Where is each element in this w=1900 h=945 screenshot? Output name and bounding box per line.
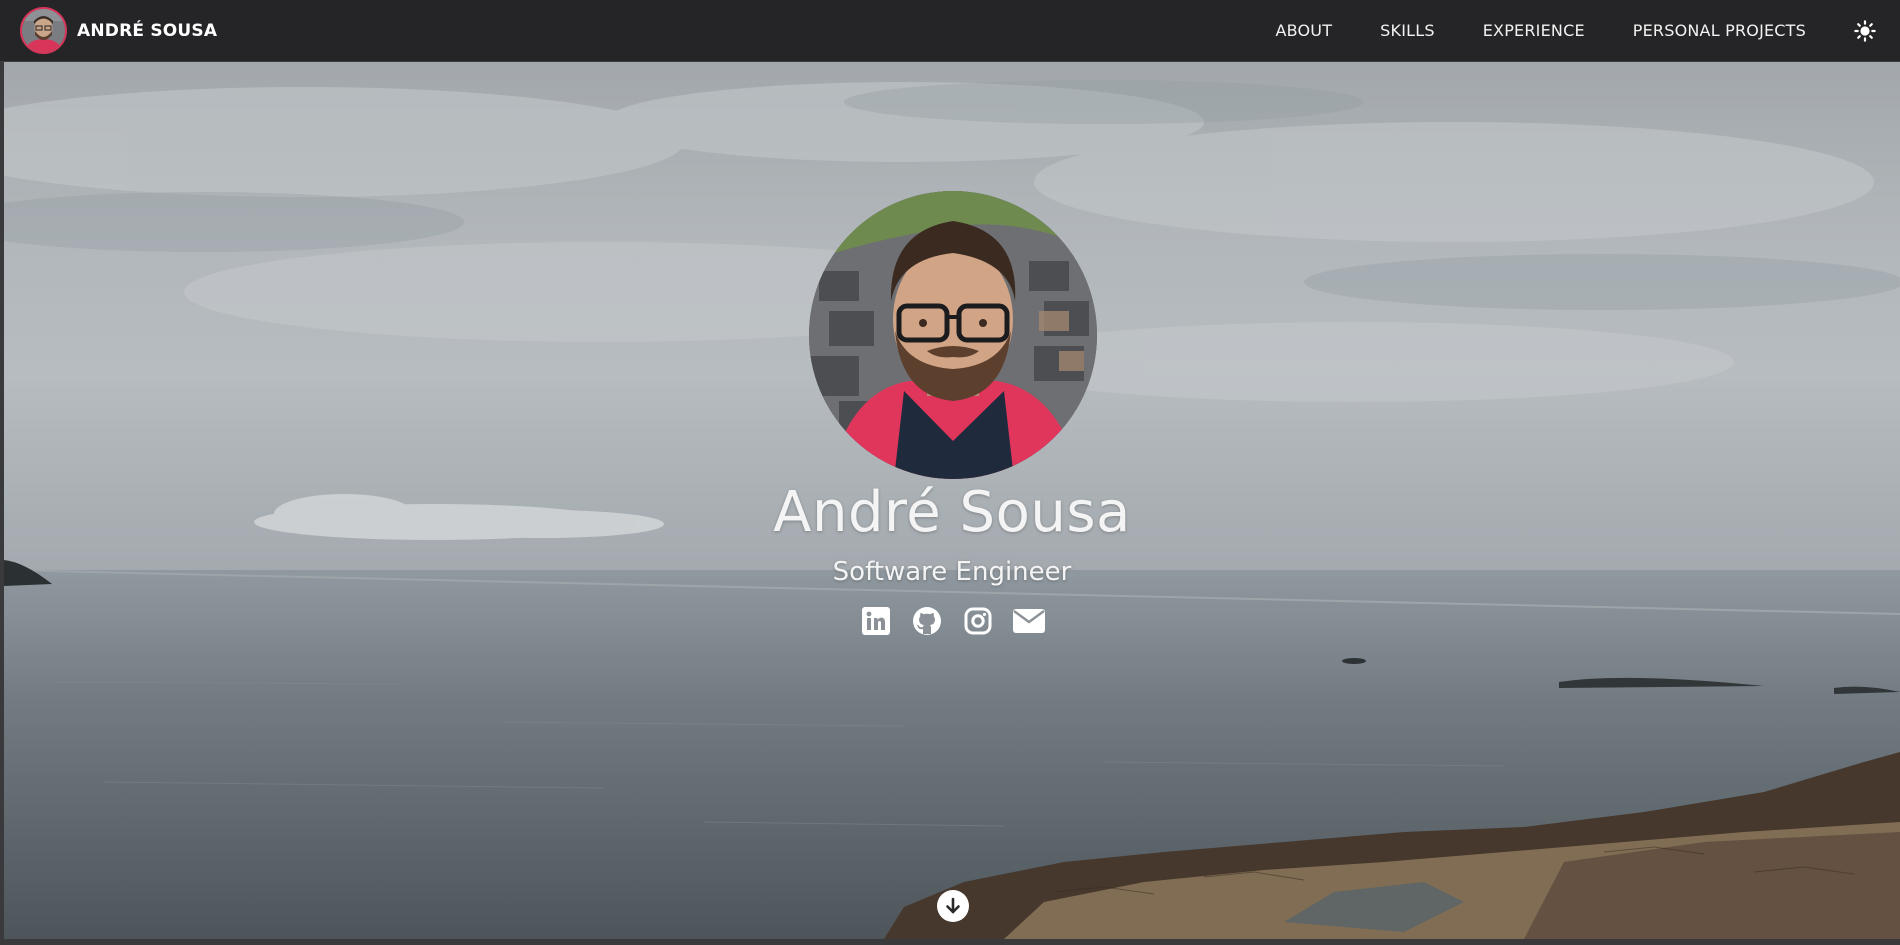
email-link[interactable] (1013, 605, 1045, 637)
theme-toggle-button[interactable] (1852, 18, 1878, 44)
instagram-link[interactable] (962, 605, 994, 637)
linkedin-icon (862, 607, 890, 635)
brand-home-link[interactable]: ANDRÉ SOUSA (20, 7, 217, 54)
envelope-icon (1013, 609, 1045, 633)
social-links (860, 602, 1045, 640)
page-bottom-edge (0, 939, 1900, 945)
scroll-down-button[interactable] (937, 890, 969, 922)
nav-link-about[interactable]: ABOUT (1251, 21, 1356, 40)
hero-name: André Sousa (773, 480, 1131, 545)
hero-section: André Sousa Software Engineer (4, 62, 1900, 939)
linkedin-link[interactable] (860, 605, 892, 637)
sun-icon (1854, 19, 1876, 42)
github-icon (913, 607, 941, 635)
navbar: ANDRÉ SOUSA ABOUT SKILLS EXPERIENCE PERS… (0, 0, 1900, 62)
arrow-down-icon (946, 897, 960, 914)
nav-link-personal-projects[interactable]: PERSONAL PROJECTS (1609, 21, 1830, 40)
brand-name: ANDRÉ SOUSA (77, 20, 218, 41)
profile-photo (809, 191, 1097, 479)
hero-content: André Sousa Software Engineer (4, 62, 1900, 939)
github-link[interactable] (911, 605, 943, 637)
main-nav: ABOUT SKILLS EXPERIENCE PERSONAL PROJECT… (1251, 0, 1900, 61)
hero-role: Software Engineer (832, 557, 1072, 587)
instagram-icon (964, 607, 992, 635)
nav-link-skills[interactable]: SKILLS (1356, 21, 1459, 40)
brand-avatar (20, 7, 67, 54)
nav-link-experience[interactable]: EXPERIENCE (1459, 21, 1609, 40)
